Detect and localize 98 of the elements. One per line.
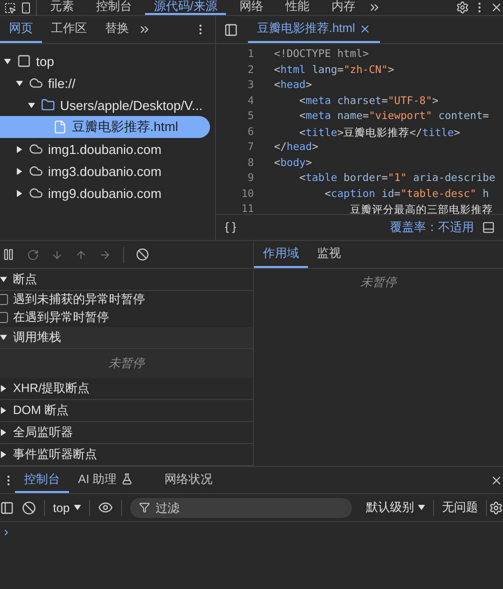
line-number: 8 (246, 156, 255, 170)
code-line: <caption id="table-desc" h (324, 188, 489, 202)
close-icon[interactable] (490, 1, 503, 14)
line-number: 3 (246, 79, 255, 93)
file-icon (53, 120, 67, 134)
close-icon[interactable] (490, 474, 503, 486)
tree-item[interactable]: img3.doubanio.com (0, 160, 210, 182)
drawer-tab[interactable]: 控制台 (15, 467, 69, 493)
line-number: 9 (246, 172, 255, 186)
caret-icon (0, 407, 7, 414)
line-number: 10 (240, 188, 255, 202)
panel-tab[interactable]: 控制台 (87, 0, 141, 15)
line-number: 1 (246, 48, 255, 62)
file-tab[interactable]: 豆瓣电影推荐.html (248, 16, 380, 43)
caret-icon (28, 102, 35, 108)
issues-button[interactable]: 无问题 (436, 499, 484, 516)
more-tabs-icon[interactable] (138, 23, 151, 36)
caret-icon (16, 190, 23, 196)
line-number: 2 (246, 64, 255, 78)
caret-icon (0, 451, 7, 458)
caret-icon (0, 276, 7, 283)
tree-item[interactable]: top (0, 50, 210, 72)
context-dropdown[interactable]: top (47, 500, 87, 514)
code-line: <html lang="zh-CN"> (274, 64, 394, 78)
caret-icon (0, 334, 7, 341)
line-number: 6 (246, 126, 255, 140)
panel-tab[interactable]: 内存 (322, 0, 364, 15)
drawer-tab[interactable]: AI 助理 (69, 467, 142, 493)
tree-item[interactable]: img1.doubanio.com (0, 138, 210, 160)
panel-tab[interactable]: 元素 (41, 0, 83, 15)
caret-icon (16, 80, 23, 86)
line-number: 5 (246, 110, 255, 124)
checkbox-label: 在遇到异常时暂停 (13, 309, 109, 326)
caret-icon (418, 504, 425, 511)
settings-icon[interactable] (456, 1, 469, 14)
folder-icon (41, 98, 55, 112)
frame-icon (17, 54, 31, 68)
code-line: <meta charset="UTF-8"> (298, 94, 438, 108)
format-icon[interactable] (224, 221, 237, 234)
drawer-tab[interactable]: 网络状况 (156, 467, 222, 493)
step-over-icon[interactable] (27, 248, 39, 260)
cloud-icon (29, 142, 43, 156)
level-dropdown[interactable]: 默认级别 (360, 499, 431, 516)
status-note: 未暂停 (0, 348, 253, 378)
panel-tab[interactable]: 源代码/来源 (145, 0, 226, 15)
settings-icon[interactable] (489, 500, 503, 514)
pause-icon[interactable] (2, 248, 15, 261)
console-prompt[interactable]: › (4, 524, 8, 539)
caret-icon (16, 146, 23, 152)
deactivate-breakpoints-icon[interactable] (136, 248, 149, 261)
cloud-icon (29, 186, 43, 200)
navigator-tab[interactable]: 网页 (0, 16, 42, 43)
section-header[interactable]: 调用堆栈 (0, 326, 253, 349)
sidebar-toggle-icon[interactable] (224, 22, 238, 36)
code-line: <table border="1" aria-describe (298, 172, 496, 186)
navigator-tab[interactable]: 工作区 (42, 16, 96, 43)
code-line: <head> (274, 79, 312, 93)
code-line: <title>豆瓣电影推荐</title> (298, 126, 460, 140)
line-number: 7 (246, 141, 255, 155)
tree-item[interactable]: 豆瓣电影推荐.html (0, 116, 210, 138)
tree-item[interactable]: img9.doubanio.com (0, 182, 210, 204)
inspect-icon[interactable] (4, 2, 16, 14)
close-icon[interactable] (359, 22, 372, 34)
checkbox[interactable] (0, 312, 8, 324)
step-out-icon[interactable] (75, 248, 87, 260)
sidebar-tab[interactable]: 监视 (308, 241, 350, 268)
step-icon[interactable] (99, 248, 111, 260)
sidebar-tab[interactable]: 作用域 (254, 241, 308, 268)
panel-tab[interactable]: 网络 (230, 0, 272, 15)
clear-icon[interactable] (22, 500, 36, 514)
code-line: <body> (274, 156, 312, 170)
filter-field[interactable]: 过滤 (130, 498, 352, 518)
eye-icon[interactable] (98, 500, 113, 515)
caret-icon (16, 168, 23, 174)
device-icon[interactable] (20, 2, 32, 14)
drawer-icon[interactable] (482, 221, 495, 234)
tree-item[interactable]: file:// (0, 72, 210, 94)
code-line: </head> (274, 141, 318, 155)
flask-icon (120, 473, 133, 485)
coverage-label: 覆盖率：不适用 (390, 219, 474, 236)
code-line: <meta name="viewport" content= (298, 110, 489, 124)
line-number: 11 (240, 203, 255, 214)
sidebar-toggle-icon[interactable] (0, 500, 14, 514)
line-number: 4 (246, 94, 255, 108)
cloud-icon (29, 164, 43, 178)
checkbox[interactable] (0, 294, 8, 306)
step-into-icon[interactable] (51, 248, 63, 260)
caret-icon (0, 429, 7, 436)
cloud-icon (29, 76, 43, 90)
checkbox-label: 遇到未捕获的异常时暂停 (13, 291, 145, 308)
status-note: 未暂停 (360, 274, 399, 290)
code-line: <!DOCTYPE html> (274, 48, 369, 62)
caret-icon (0, 385, 7, 392)
panel-tab[interactable]: 性能 (276, 0, 318, 15)
tree-item[interactable]: Users/apple/Desktop/V... (0, 94, 210, 116)
caret-icon (74, 504, 81, 511)
navigator-tab[interactable]: 替换 (96, 16, 138, 43)
caret-icon (4, 58, 11, 64)
